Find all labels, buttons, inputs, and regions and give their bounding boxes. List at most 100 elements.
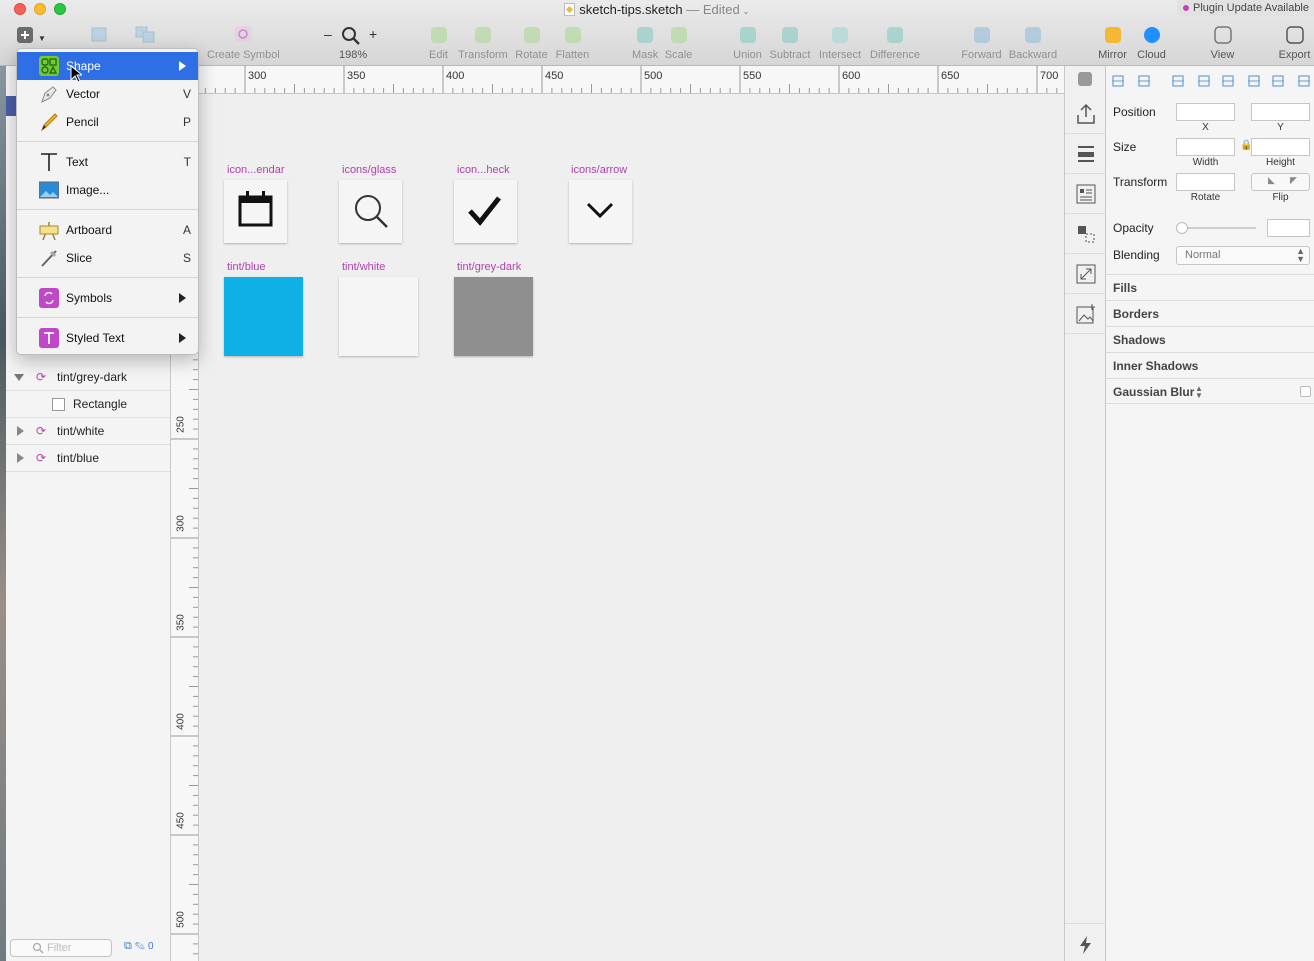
- filter-input[interactable]: Filter: [10, 939, 112, 957]
- create-symbol-button[interactable]: Create Symbol: [207, 24, 280, 61]
- menu-item-symbols[interactable]: Symbols: [17, 284, 198, 312]
- pages-icon[interactable]: ⧉: [124, 940, 132, 952]
- symbol-artboard-arrow[interactable]: [569, 180, 632, 243]
- symbol-detach-button[interactable]: [1065, 214, 1106, 254]
- menu-item-styled-text[interactable]: Styled Text: [17, 324, 198, 352]
- symbol-artboard-glass[interactable]: [339, 180, 402, 243]
- tint-artboard-white[interactable]: [339, 277, 418, 356]
- disclosure-collapsed-icon[interactable]: [17, 453, 24, 463]
- align-bottom-icon[interactable]: [1298, 75, 1310, 87]
- toolbar-export-button[interactable]: Export: [1276, 24, 1313, 61]
- resize-button[interactable]: [1065, 254, 1106, 294]
- toolbar-transform-button[interactable]: Transform: [455, 24, 511, 61]
- menu-item-vector[interactable]: Vector V: [17, 80, 198, 108]
- align-right-icon[interactable]: [1222, 75, 1234, 87]
- zoom-out-button[interactable]: –: [324, 26, 332, 42]
- layer-row[interactable]: Rectangle: [6, 391, 170, 418]
- ruler-label: 600: [842, 70, 861, 82]
- toolbar-view-button[interactable]: View: [1210, 24, 1235, 61]
- align-middle-icon[interactable]: [1272, 75, 1284, 87]
- symbol-artboard-check[interactable]: [454, 180, 517, 243]
- borders-section[interactable]: Borders: [1106, 300, 1314, 326]
- stepper-icon: ▲ ▼: [1296, 246, 1305, 264]
- y-input[interactable]: [1251, 103, 1310, 121]
- layer-row[interactable]: ⟳ tint/grey-dark: [6, 364, 170, 391]
- zoom-in-button[interactable]: +: [369, 26, 377, 42]
- toolbar-edit-button[interactable]: Edit: [426, 24, 451, 61]
- menu-item-image[interactable]: Image...: [17, 176, 198, 204]
- artboard-label[interactable]: icons/arrow: [571, 164, 627, 176]
- inner-shadows-section[interactable]: Inner Shadows: [1106, 352, 1314, 378]
- chevron-down-icon[interactable]: ⌄: [740, 6, 750, 16]
- align-left-icon[interactable]: [1172, 75, 1184, 87]
- fills-section[interactable]: Fills: [1106, 274, 1314, 300]
- artboard-label[interactable]: icons/glass: [342, 164, 396, 176]
- distribute-vertical-icon[interactable]: [1138, 75, 1150, 87]
- artboard-label[interactable]: tint/blue: [227, 261, 266, 273]
- rotate-input[interactable]: [1176, 173, 1235, 191]
- menu-item-slice[interactable]: Slice S: [17, 244, 198, 272]
- menu-item-artboard[interactable]: Artboard A: [17, 216, 198, 244]
- width-input[interactable]: [1176, 138, 1235, 156]
- tint-artboard-grey-dark[interactable]: [454, 277, 533, 356]
- lightning-button[interactable]: [1065, 923, 1106, 961]
- toolbar-mirror-button[interactable]: Mirror: [1094, 24, 1131, 61]
- toolbar-subtract-button[interactable]: Subtract: [765, 24, 815, 61]
- menu-item-text[interactable]: Text T: [17, 148, 198, 176]
- plugin-update-badge[interactable]: Plugin Update Available: [1177, 0, 1314, 16]
- image-fill-button[interactable]: [1065, 294, 1106, 334]
- align-center-icon[interactable]: [1198, 75, 1210, 87]
- layer-row[interactable]: ⟳ tint/white: [6, 418, 170, 445]
- canvas[interactable]: icon...endar icons/glass icon...heck ico…: [199, 94, 1064, 961]
- artboard-label[interactable]: icon...endar: [227, 164, 284, 176]
- toolbar-difference-button[interactable]: Difference: [864, 24, 926, 61]
- toolbar-mask-button[interactable]: Mask: [632, 24, 658, 61]
- shadows-section[interactable]: Shadows: [1106, 326, 1314, 352]
- toolbar-intersect-button[interactable]: Intersect: [812, 24, 868, 61]
- alignment-bar: [1112, 75, 1310, 87]
- opacity-slider[interactable]: [1176, 222, 1256, 234]
- opacity-input[interactable]: [1267, 219, 1310, 237]
- toolbar-flatten-button[interactable]: Flatten: [551, 24, 594, 61]
- disclosure-collapsed-icon[interactable]: [17, 426, 24, 436]
- ungroup-button[interactable]: [134, 26, 158, 47]
- menu-item-pencil[interactable]: Pencil P: [17, 108, 198, 136]
- toolbar-cloud-button[interactable]: Cloud: [1136, 24, 1167, 61]
- artboard-label[interactable]: tint/white: [342, 261, 385, 273]
- symbol-artboard-calendar[interactable]: [224, 180, 287, 243]
- blur-checkbox[interactable]: [1300, 386, 1311, 397]
- gaussian-blur-section[interactable]: Gaussian Blur ▲ ▼: [1106, 378, 1314, 404]
- brush-icon[interactable]: ✎: [135, 940, 145, 952]
- disclosure-expanded-icon[interactable]: [14, 374, 24, 381]
- plugin-update-text: Plugin Update Available: [1193, 2, 1309, 14]
- toolbar-item-label: Transform: [458, 49, 508, 61]
- blending-select[interactable]: Normal ▲ ▼: [1176, 246, 1310, 265]
- stepper-icon[interactable]: ▲ ▼: [1195, 385, 1203, 400]
- opacity-slider-thumb[interactable]: [1176, 222, 1188, 234]
- menu-item-shape[interactable]: Shape: [17, 52, 198, 80]
- toolbar-backward-button[interactable]: Backward: [1008, 24, 1058, 61]
- x-input[interactable]: [1176, 103, 1235, 121]
- search-icon: [32, 942, 44, 954]
- artboard-label[interactable]: icon...heck: [457, 164, 510, 176]
- insert-button[interactable]: ▼: [16, 26, 46, 46]
- tint-artboard-blue[interactable]: [224, 277, 303, 356]
- toolbar-rotate-button[interactable]: Rotate: [513, 24, 550, 61]
- height-input[interactable]: [1251, 138, 1310, 156]
- flip-vertical-icon[interactable]: ◤: [1290, 175, 1297, 186]
- flip-horizontal-icon[interactable]: ◣: [1268, 175, 1275, 186]
- group-button[interactable]: [90, 26, 110, 47]
- layer-row[interactable]: ⟳ tint/blue: [6, 445, 170, 472]
- artboard-label[interactable]: tint/grey-dark: [457, 261, 521, 273]
- inspector-toggle-icon[interactable]: [1078, 72, 1092, 86]
- horizontal-ruler[interactable]: 300 350 400 450 500 550 600 650 700: [199, 66, 1064, 94]
- share-button[interactable]: [1065, 94, 1106, 134]
- align-top-icon[interactable]: [1248, 75, 1260, 87]
- toolbar-scale-button[interactable]: Scale: [663, 24, 694, 61]
- toolbar-union-button[interactable]: Union: [732, 24, 763, 61]
- override-button[interactable]: [1065, 174, 1106, 214]
- align-layers-button[interactable]: [1065, 134, 1106, 174]
- flip-buttons[interactable]: ◣ ◤: [1251, 173, 1310, 191]
- toolbar-forward-button[interactable]: Forward: [960, 24, 1003, 61]
- distribute-horizontal-icon[interactable]: [1112, 75, 1124, 87]
